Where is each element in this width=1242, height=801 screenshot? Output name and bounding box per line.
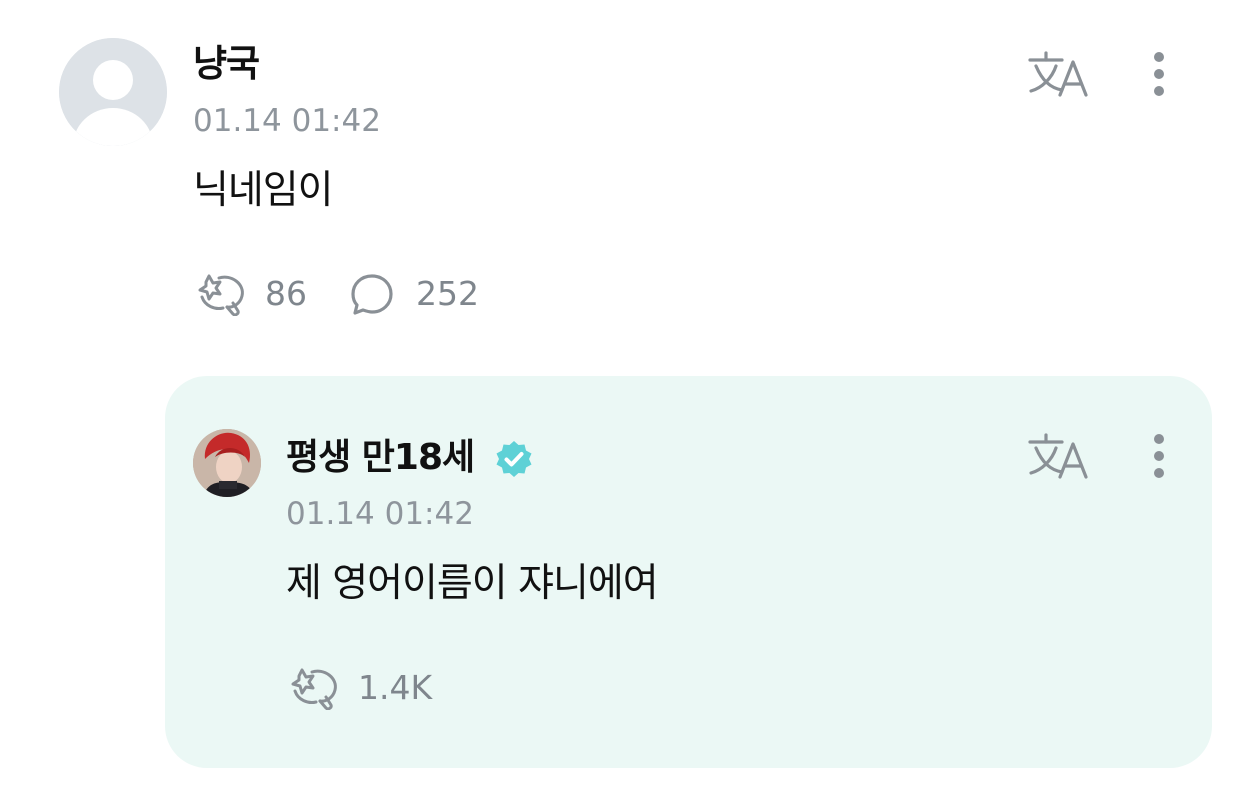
comment-translate-button[interactable] [1028,50,1090,102]
reply-text: 제 영어이름이 쟈니에여 [286,561,659,606]
comment-text: 닉네임이 [193,168,334,213]
artist-username[interactable]: 평생 만18세 [286,440,475,476]
artist-profile-photo [193,429,261,497]
cheer-hand-icon [198,274,244,317]
comment-cheer-count: 86 [265,274,307,313]
reply-translate-button[interactable] [1028,432,1090,484]
comment-reply-button[interactable] [350,273,394,321]
verified-badge-icon [496,441,532,477]
comment-timestamp: 01.14 01:42 [193,103,381,139]
commenter-avatar[interactable] [59,38,167,146]
cheer-hand-icon [291,668,337,711]
reply-cheer-count: 1.4K [358,668,433,707]
translate-icon [1028,51,1088,97]
artist-avatar[interactable] [193,429,261,497]
comment-cheer-button[interactable] [193,272,247,320]
default-user-icon [59,38,167,146]
reply-cheer-button[interactable] [286,666,340,714]
speech-bubble-icon [351,274,393,315]
more-vertical-icon [1154,52,1164,96]
reply-timestamp: 01.14 01:42 [286,496,474,532]
comment-reply-count: 252 [416,274,479,313]
more-vertical-icon [1154,434,1164,478]
translate-icon [1028,433,1088,479]
reply-more-button[interactable] [1150,432,1168,484]
comment-more-button[interactable] [1150,50,1168,102]
verified-badge [494,439,534,483]
commenter-username[interactable]: 냥국 [193,45,260,82]
